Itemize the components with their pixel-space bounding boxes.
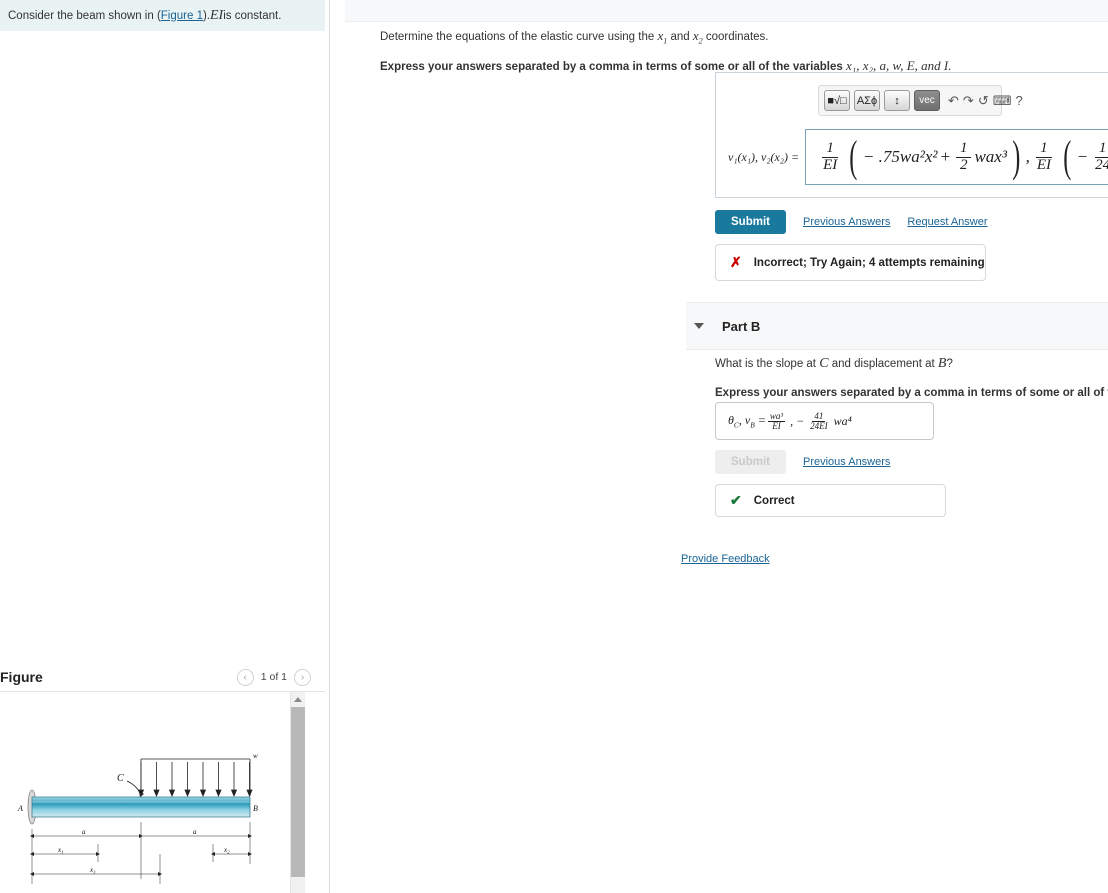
figure-prev-button[interactable]: ‹ xyxy=(236,668,254,686)
problem-text-mid: ). xyxy=(202,9,210,22)
expr2-open-paren: ( xyxy=(1063,132,1072,182)
figure-scrollbar-thumb[interactable] xyxy=(291,707,305,877)
part-b-var-c: C xyxy=(819,356,829,371)
expr1-operator: + xyxy=(939,147,951,166)
expr1-close-paren: ) xyxy=(1012,132,1021,182)
part-a-instruction-vars: x₁, x₂, a, w, E, and I. xyxy=(845,57,952,73)
figure-header: Figure ‹ 1 of 1 › xyxy=(0,663,325,692)
part-b-title: Part B xyxy=(722,318,761,334)
figure-dim-x3: x₃ xyxy=(89,866,96,874)
vector-key[interactable]: vec xyxy=(914,90,940,111)
part-a-question-mid: and xyxy=(667,31,693,43)
expr1-term1: − .75wa²x² xyxy=(862,147,938,166)
part-a-submit-row: Submit Previous Answers Request Answer xyxy=(715,210,988,234)
part-b-previous-answers-link[interactable]: Previous Answers xyxy=(803,456,890,468)
part-a-instruction-text: Express your answers separated by a comm… xyxy=(380,60,846,73)
problem-text-suffix: is constant. xyxy=(223,9,282,22)
figure-label-w: w xyxy=(253,752,258,760)
provide-feedback-link[interactable]: Provide Feedback xyxy=(681,553,770,565)
triangle-up-icon xyxy=(294,696,302,702)
part-a-question: Determine the equations of the elastic c… xyxy=(380,28,1080,46)
part-b-question-end: ? xyxy=(946,358,953,370)
part-b-answer-comma: , xyxy=(790,413,794,428)
reset-icon[interactable]: ↺ xyxy=(978,90,989,111)
figure-dim-a-right: a xyxy=(193,828,197,836)
beam-diagram: A B C w a a x₁ x₂ x₃ xyxy=(17,752,258,884)
part-a-request-answer-link[interactable]: Request Answer xyxy=(907,216,987,228)
expr-comma: , xyxy=(1025,147,1030,166)
expr2-sign1: − xyxy=(1076,147,1089,166)
part-a-var-x2: x2 xyxy=(692,28,703,46)
updown-arrow-key[interactable]: ↕ xyxy=(884,90,910,111)
part-a-question-end: coordinates. xyxy=(702,31,769,43)
left-panel: Consider the beam shown in (Figure 1). E… xyxy=(0,0,330,893)
part-a-answer-input[interactable]: 1 EI ( − .75wa²x² + 1 2 wax³ ) , 1 EI ( … xyxy=(805,129,1108,185)
part-a-answer-row: v₁(x₁), v₂(x₂) = 1 EI ( − .75wa²x² + 1 2… xyxy=(728,129,1108,185)
redo-icon[interactable]: ↷ xyxy=(963,90,974,111)
caret-down-icon[interactable] xyxy=(694,323,704,329)
right-panel: Determine the equations of the elastic c… xyxy=(331,0,1108,893)
figure-page-count: 1 of 1 xyxy=(260,671,287,683)
part-b-question: What is the slope at C and displacement … xyxy=(715,356,1108,372)
greek-symbols-key[interactable]: ΑΣϕ xyxy=(854,90,880,111)
expr1-fraction: 1 2 xyxy=(955,140,972,174)
part-b-header[interactable]: Part B ✔ xyxy=(686,302,1108,350)
figure-dim-x1: x₁ xyxy=(57,846,64,854)
x-mark-icon: ✗ xyxy=(730,254,742,270)
problem-statement: Consider the beam shown in (Figure 1). E… xyxy=(0,0,325,31)
problem-text-prefix: Consider the beam shown in ( xyxy=(8,9,161,22)
part-a-status-banner: ✗ Incorrect; Try Again; 4 attempts remai… xyxy=(715,244,986,281)
part-a-question-pre: Determine the equations of the elastic c… xyxy=(380,31,658,43)
figure-label-b: B xyxy=(253,804,258,813)
part-a-previous-answers-link[interactable]: Previous Answers xyxy=(803,216,890,228)
figure-body: A B C w a a x₁ x₂ x₃ xyxy=(0,692,325,893)
part-b-status-banner: ✔ Correct xyxy=(715,484,946,517)
part-b-instruction: Express your answers separated by a comm… xyxy=(715,384,1108,400)
part-a-var-x1: x1 xyxy=(657,28,668,46)
figure-label-a: A xyxy=(17,804,23,813)
part-b-status-text: Correct xyxy=(753,494,795,507)
figure-panel-title: Figure xyxy=(0,669,43,685)
problem-variable-ei: EI xyxy=(210,7,224,23)
math-toolbar: ■√□ ΑΣϕ ↕ vec ↶ ↷ ↺ ⌨ ? xyxy=(818,85,1023,116)
part-b-question-pre: What is the slope at xyxy=(715,358,820,370)
help-icon[interactable]: ? xyxy=(1015,90,1022,111)
figure-label-c: C xyxy=(117,773,124,784)
part-b-answer-tail: wa⁴ xyxy=(833,413,852,428)
keyboard-icon[interactable]: ⌨ xyxy=(993,90,1012,111)
expr2-fraction-1: 1 24 xyxy=(1091,140,1108,174)
expr1-open-paren: ( xyxy=(849,132,858,182)
part-b-submit-button[interactable]: Submit xyxy=(715,450,786,474)
undo-icon[interactable]: ↶ xyxy=(948,90,959,111)
figure-dim-a-left: a xyxy=(82,828,86,836)
part-b-answer-sign: − xyxy=(796,413,805,428)
figure-scroll-up-button[interactable] xyxy=(291,692,305,706)
part-b-answer-label: θC, vB = xyxy=(728,412,766,430)
part-a-status-text: Incorrect; Try Again; 4 attempts remaini… xyxy=(753,256,985,269)
part-b-question-mid: and displacement at xyxy=(828,358,938,370)
expr2-coefficient: 1 EI xyxy=(1036,139,1052,173)
figure-next-button[interactable]: › xyxy=(294,668,311,686)
expr1-coefficient: 1 EI xyxy=(822,139,838,173)
figure-navigation: ‹ 1 of 1 › xyxy=(236,668,325,686)
part-a-answer-container: ■√□ ΑΣϕ ↕ vec ↶ ↷ ↺ ⌨ ? v₁(x₁), v₂(x₂) =… xyxy=(715,72,1108,198)
part-b-submit-row: Submit Previous Answers xyxy=(715,450,890,474)
expr1-term2: wax³ xyxy=(974,147,1007,166)
part-b-answer-input[interactable]: θC, vB = wa³ EI , − 41 24EI wa⁴ xyxy=(715,402,934,440)
check-mark-icon: ✔ xyxy=(730,492,742,508)
part-b-answer-fraction-2: 41 24EI xyxy=(810,410,828,431)
part-a-answer-label: v₁(x₁), v₂(x₂) = xyxy=(728,149,800,164)
top-strip xyxy=(345,0,1108,22)
figure-link[interactable]: Figure 1 xyxy=(161,10,203,22)
figure-dim-x2: x₂ xyxy=(223,846,230,854)
part-b-answer-fraction-1: wa³ EI xyxy=(767,410,786,431)
part-a-submit-button[interactable]: Submit xyxy=(715,210,786,234)
part-b-instruction-text: Express your answers separated by a comm… xyxy=(715,387,1108,399)
template-radical-key[interactable]: ■√□ xyxy=(824,90,850,111)
